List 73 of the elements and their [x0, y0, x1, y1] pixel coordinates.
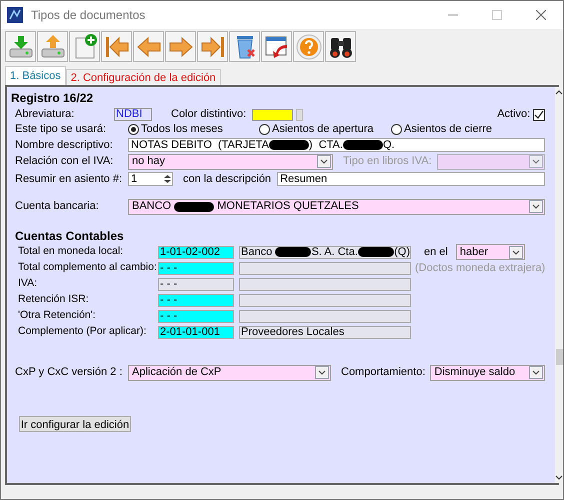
field-label: con la descripción: [183, 172, 272, 187]
field-label: Complemento (Por aplicar):: [18, 324, 148, 340]
color-swatch[interactable]: [252, 108, 294, 120]
account-code-field[interactable]: - - -: [158, 310, 234, 322]
field-label: Total complemento al cambio:: [18, 260, 158, 276]
radio-label[interactable]: Asientos de cierre: [404, 121, 492, 138]
currency-note: (Doctos moneda extrajera): [415, 260, 546, 276]
dropdown-caret-icon: [532, 370, 540, 375]
field-label: Cuenta bancaria:: [15, 199, 100, 214]
radio-label[interactable]: Asientos de apertura: [272, 121, 374, 138]
redaction-mark: [174, 202, 214, 212]
redaction-mark: [268, 140, 309, 150]
radio-button[interactable]: [259, 124, 270, 135]
toolbar-button[interactable]: [325, 31, 356, 62]
dropdown-caret-icon: [318, 370, 326, 375]
field-label: Activo:: [497, 107, 530, 122]
help-icon: [294, 32, 322, 60]
account-code-field[interactable]: 2-01-01-001: [158, 326, 234, 338]
tab[interactable]: 1. Básicos: [5, 66, 66, 85]
vertical-scrollbar[interactable]: [555, 87, 563, 483]
dropdown-caret-icon: [532, 159, 540, 164]
field-label: Resumir en asiento #:: [15, 172, 123, 187]
field-label: en el: [424, 244, 448, 260]
dropdown-caret-icon: [512, 250, 520, 254]
spinner-arrows-icon: [163, 174, 172, 184]
field-label: Este tipo se usará:: [15, 122, 108, 138]
scroll-up-icon[interactable]: [555, 90, 563, 95]
field-label: Comportamiento:: [341, 365, 426, 380]
section-heading: Cuentas Contables: [14, 228, 125, 245]
radio-button[interactable]: [391, 124, 402, 135]
field-label: CxP y CxC versión 2 :: [15, 365, 124, 380]
redaction-mark: [358, 247, 394, 257]
account-name-field: Banco S. A. Cta. (Q): [239, 246, 411, 258]
field-label: Color distintivo:: [171, 107, 246, 122]
scroll-down-icon[interactable]: [555, 475, 563, 480]
field-label: IVA:: [18, 276, 38, 292]
tab[interactable]: 2. Configuración de la edición: [66, 69, 221, 85]
app-icon: [7, 7, 23, 23]
field-label: 'Otra Retención':: [18, 308, 97, 324]
side-dropdown[interactable]: haber: [456, 244, 525, 260]
color-picker-button[interactable]: [296, 108, 304, 120]
field-label: Retención ISR:: [18, 292, 90, 308]
radio-button[interactable]: [128, 124, 139, 135]
dropdown-caret-icon: [320, 159, 328, 164]
record-counter: Registro 16/22: [11, 90, 94, 107]
account-code-field[interactable]: 1-01-02-002: [158, 246, 234, 258]
bank-account-dropdown[interactable]: BANCO MONETARIOS QUETZALES: [128, 198, 546, 214]
account-code-field[interactable]: - - -: [158, 262, 234, 274]
disk-upload-icon: [38, 32, 66, 60]
close-icon[interactable]: [536, 10, 546, 20]
field-label: Abreviatura:: [15, 107, 76, 122]
cxp-version-dropdown[interactable]: Aplicación de CxP: [128, 364, 331, 380]
behavior-dropdown[interactable]: Disminuye saldo: [430, 364, 546, 380]
iva-books-dropdown[interactable]: [436, 154, 546, 170]
radio-label[interactable]: Todos los meses: [141, 121, 223, 138]
redaction-mark: [275, 247, 312, 257]
abbreviation-field[interactable]: NDBI: [114, 108, 152, 121]
window-title: Tipos de documentos: [31, 7, 146, 24]
field-label: Nombre descriptivo:: [15, 138, 114, 153]
account-code-field[interactable]: - - -: [158, 294, 234, 306]
field-label: Relación con el IVA:: [15, 154, 114, 170]
summary-description-field[interactable]: Resumen: [277, 172, 546, 186]
account-code-field[interactable]: - - -: [158, 278, 234, 290]
account-name-field: Proveedores Locales: [239, 326, 411, 338]
dropdown-caret-icon: [532, 204, 540, 209]
entry-number-spinner[interactable]: 1: [128, 172, 173, 186]
active-checkbox[interactable]: [533, 108, 546, 120]
description-field[interactable]: NOTAS DEBITO (TARJETA ) CTA. Q.: [128, 138, 546, 152]
field-label: Total en moneda local:: [18, 244, 124, 260]
field-label: Tipo en libros IVA:: [343, 154, 432, 170]
iva-relation-dropdown[interactable]: no hay: [128, 154, 333, 170]
configure-edition-button[interactable]: Ir configurar la edición: [19, 416, 131, 432]
redaction-mark: [342, 140, 383, 150]
